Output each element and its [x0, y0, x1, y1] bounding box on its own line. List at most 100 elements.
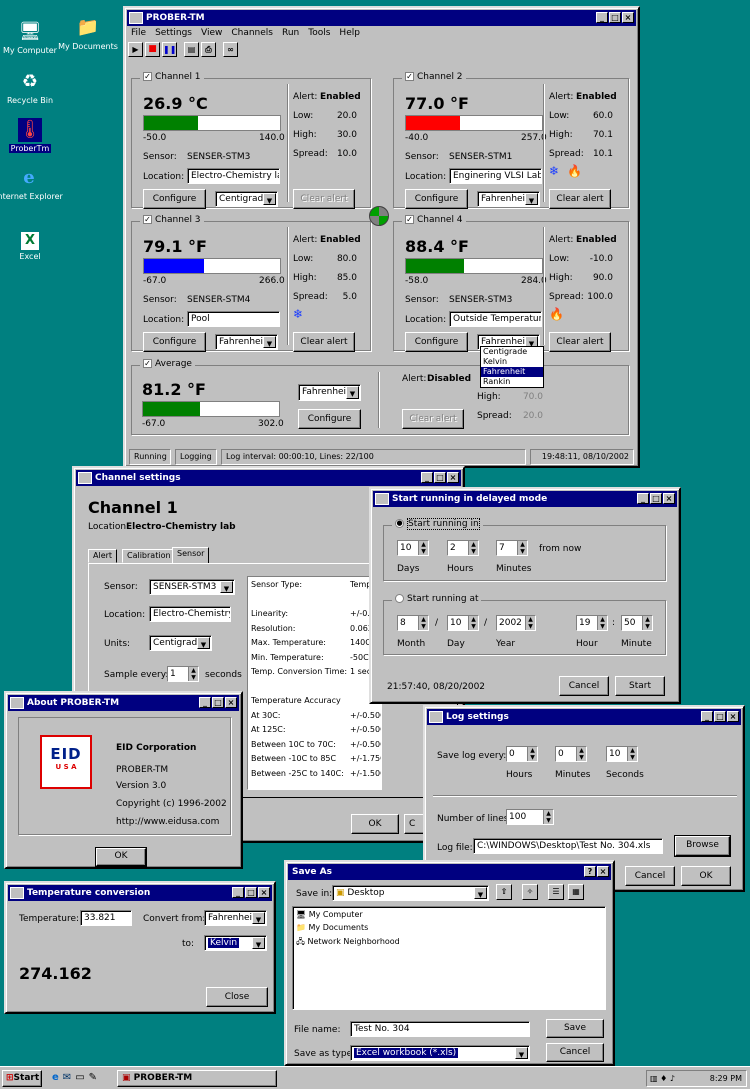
maximize-button[interactable]: □ — [434, 472, 446, 483]
desktop-icon-my-documents[interactable]: 📁 My Documents — [53, 16, 123, 51]
average-units-select[interactable]: Fahrenheit ▼ — [298, 384, 361, 401]
menu-run[interactable]: Run — [282, 28, 299, 40]
stop-icon[interactable]: ■ — [145, 42, 160, 57]
channel-1-configure-button[interactable]: Configure — [143, 189, 206, 209]
channel-1-location-input[interactable]: Electro-Chemistry lab — [187, 168, 280, 184]
days-stepper[interactable]: 10 ▲ ▼ — [397, 540, 429, 556]
sensor-select[interactable]: SENSER-STM3 ▼ — [149, 579, 235, 595]
tab-calibration[interactable]: Calibration — [122, 549, 176, 563]
minimize-button[interactable]: _ — [637, 493, 649, 504]
channel-2-clear-alert-button[interactable]: Clear alert — [549, 189, 611, 209]
channel-4-clear-alert-button[interactable]: Clear alert — [549, 332, 611, 352]
minimize-button[interactable]: _ — [199, 697, 211, 708]
desktop-icon[interactable]: ▭ — [75, 1072, 84, 1083]
checkbox[interactable]: ✓ — [143, 359, 152, 368]
tray-icons[interactable]: ▥ ♦ ♪ — [647, 1074, 675, 1083]
close-button[interactable]: × — [258, 887, 270, 898]
menu-settings[interactable]: Settings — [155, 28, 192, 40]
document-icon[interactable]: ▤ — [184, 42, 199, 57]
maximize-button[interactable]: □ — [609, 12, 621, 23]
month-stepper[interactable]: 8 ▲ ▼ — [397, 615, 429, 631]
day-stepper[interactable]: 10 ▲ ▼ — [447, 615, 479, 631]
close-button[interactable]: × — [727, 711, 739, 722]
minute-stepper[interactable]: 50 ▲ ▼ — [621, 615, 653, 631]
desktop-icon-excel[interactable]: X Excel — [0, 232, 65, 261]
cancel-button[interactable]: Cancel — [546, 1043, 604, 1062]
desktop-icon-recycle-bin[interactable]: ♻ Recycle Bin — [0, 70, 65, 105]
close-button[interactable]: × — [447, 472, 459, 483]
maximize-button[interactable]: □ — [650, 493, 662, 504]
outlook-icon[interactable]: ✉ — [63, 1072, 71, 1083]
menu-file[interactable]: File — [131, 28, 146, 40]
minimize-button[interactable]: _ — [232, 887, 244, 898]
channel-3-clear-alert-button[interactable]: Clear alert — [293, 332, 355, 352]
convert-from-select[interactable]: Fahrenheit ▼ — [204, 910, 267, 926]
convert-to-select[interactable]: Kelvin ▼ — [204, 935, 267, 951]
minutes-stepper[interactable]: 7 ▲ ▼ — [496, 540, 528, 556]
taskbar-item-probertm[interactable]: ▣ PROBER-TM — [117, 1070, 277, 1087]
menu-channels[interactable]: Channels — [231, 28, 273, 40]
cancel-button[interactable]: Cancel — [625, 866, 675, 886]
units-select[interactable]: Centigrade ▼ — [149, 635, 212, 651]
about-titlebar[interactable]: About PROBER-TM _ □ × — [8, 695, 239, 711]
close-button[interactable]: × — [663, 493, 675, 504]
delayed-titlebar[interactable]: Start running in delayed mode _ □ × — [373, 491, 677, 507]
log-seconds-stepper[interactable]: 10 ▲ ▼ — [606, 746, 638, 762]
ok-button[interactable]: OK — [351, 814, 399, 834]
list-view-icon[interactable]: ☰ — [548, 884, 564, 900]
internet-explorer-icon[interactable]: e — [52, 1072, 59, 1083]
year-stepper[interactable]: 2002 ▲ ▼ — [496, 615, 536, 631]
save-as-type-select[interactable]: Excel workbook (*.xls) ▼ — [350, 1045, 530, 1061]
menu-tools[interactable]: Tools — [308, 28, 330, 40]
save-in-select[interactable]: ▣ Desktop ▼ — [332, 885, 489, 901]
maximize-button[interactable]: □ — [212, 697, 224, 708]
radio-icon[interactable] — [395, 594, 404, 603]
details-view-icon[interactable]: ▦ — [568, 884, 584, 900]
checkbox[interactable]: ✓ — [405, 215, 414, 224]
up-folder-icon[interactable]: ⇧ — [496, 884, 512, 900]
channel-4-configure-button[interactable]: Configure — [405, 332, 468, 352]
log-hours-stepper[interactable]: 0 ▲ ▼ — [506, 746, 538, 762]
tab-alert[interactable]: Alert — [88, 549, 118, 563]
pause-icon[interactable]: ❚❚ — [162, 42, 177, 57]
minimize-button[interactable]: _ — [701, 711, 713, 722]
binoculars-icon[interactable]: ∞ — [223, 42, 238, 57]
channel-4-location-input[interactable]: Outside Temperature — [449, 311, 542, 327]
file-name-input[interactable]: Test No. 304 — [350, 1021, 530, 1037]
channel-1-units-select[interactable]: Centigrade ▼ — [215, 191, 278, 207]
channel-1-clear-alert-button[interactable]: Clear alert — [293, 189, 355, 209]
play-icon[interactable]: ▶ — [128, 42, 143, 57]
list-item[interactable]: 🖧 Network Neighborhood — [296, 936, 602, 949]
close-button[interactable]: Close — [206, 987, 268, 1007]
dropdown-option[interactable]: Centigrade — [481, 347, 543, 357]
maximize-button[interactable]: □ — [714, 711, 726, 722]
menu-view[interactable]: View — [201, 28, 222, 40]
cancel-button[interactable]: Cancel — [559, 676, 609, 696]
main-titlebar[interactable]: PROBER-TM _ □ × — [127, 10, 636, 26]
list-item[interactable]: 🖥 My Computer — [296, 910, 602, 923]
close-button[interactable]: × — [597, 866, 609, 877]
hours-stepper[interactable]: 2 ▲ ▼ — [447, 540, 479, 556]
minimize-button[interactable]: _ — [596, 12, 608, 23]
channel-3-configure-button[interactable]: Configure — [143, 332, 206, 352]
new-folder-icon[interactable]: ✧ — [522, 884, 538, 900]
dropdown-option[interactable]: Rankin — [481, 377, 543, 387]
lines-stepper[interactable]: 100 ▲ ▼ — [506, 809, 554, 825]
ok-button[interactable]: OK — [95, 847, 147, 867]
conversion-titlebar[interactable]: Temperature conversion _ □ × — [8, 885, 272, 901]
start-button[interactable]: ⊞Start — [2, 1070, 42, 1087]
save-button[interactable]: Save — [546, 1019, 604, 1038]
print-icon[interactable]: ⎙ — [201, 42, 216, 57]
minimize-button[interactable]: _ — [421, 472, 433, 483]
start-button[interactable]: Start — [615, 676, 665, 696]
channel-icon[interactable]: ✎ — [89, 1072, 97, 1083]
ok-button[interactable]: OK — [681, 866, 731, 886]
radio-icon[interactable]: ● — [395, 519, 404, 528]
close-button[interactable]: × — [225, 697, 237, 708]
average-clear-alert-button[interactable]: Clear alert — [402, 409, 464, 429]
dropdown-option[interactable]: Kelvin — [481, 357, 543, 367]
tab-sensor[interactable]: Sensor — [172, 547, 210, 564]
average-configure-button[interactable]: Configure — [298, 409, 361, 429]
log-titlebar[interactable]: Log settings _ □ × — [427, 709, 741, 725]
channel-2-units-select[interactable]: Fahrenheit ▼ — [477, 191, 540, 207]
